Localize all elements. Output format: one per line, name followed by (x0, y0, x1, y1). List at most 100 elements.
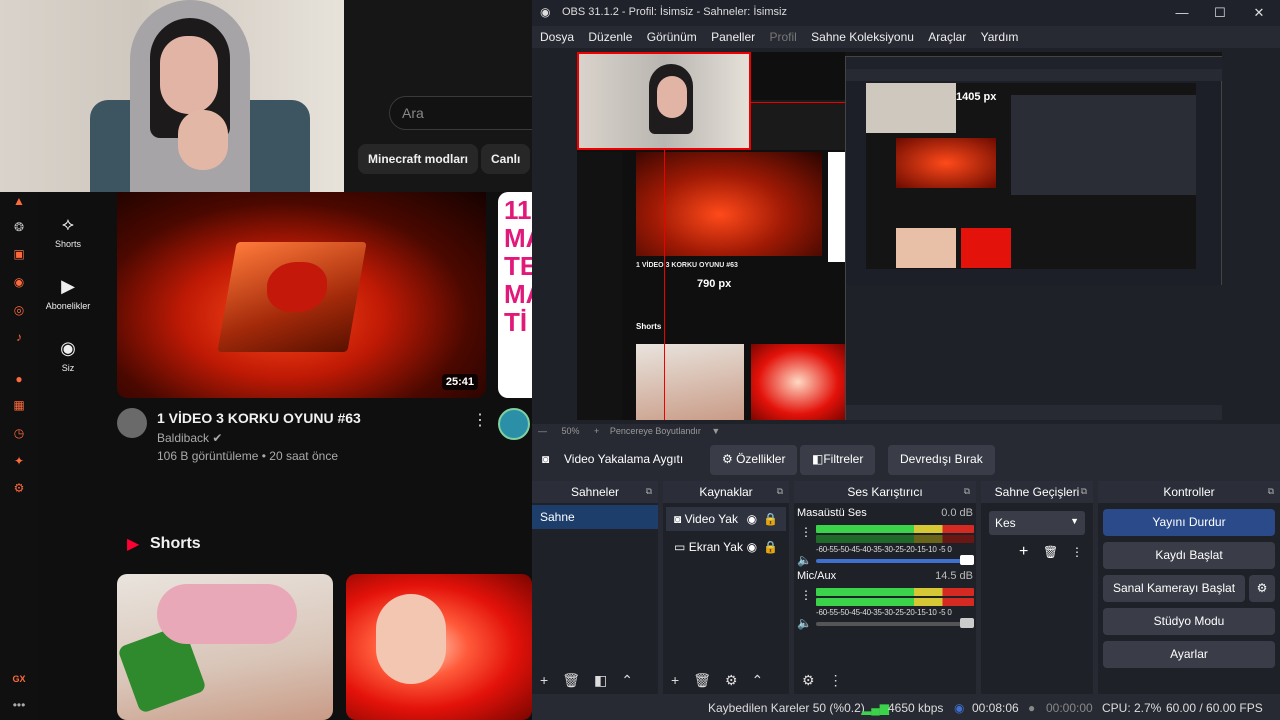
menu-view[interactable]: Görünüm (647, 30, 697, 44)
camera-icon: ◙ (542, 452, 550, 466)
nested-obs-preview: 1405 px (845, 56, 1222, 420)
add-transition-icon[interactable]: + (1019, 543, 1028, 561)
move-up-icon[interactable]: ⌃ (621, 672, 633, 689)
transitions-body: Kes ▼ + 🗑 ⋮ (981, 503, 1093, 673)
menu-file[interactable]: Dosya (540, 30, 574, 44)
controls-body: Yayını Durdur Kaydı Başlat Sanal Kameray… (1098, 503, 1280, 673)
nav-subscriptions[interactable]: ▶ Abonelikler (38, 276, 98, 311)
mic-menu-icon[interactable]: ⋮ (800, 588, 812, 602)
mixer-body: Masaüstü Ses 0.0 dB ⋮ -60-55-50-45-40-35… (794, 503, 976, 673)
minimize-button[interactable]: — (1162, 0, 1202, 26)
stop-streaming-button[interactable]: Yayını Durdur (1103, 509, 1275, 536)
menu-edit[interactable]: Düzenle (588, 30, 632, 44)
more-options-icon[interactable]: ⋮ (472, 410, 488, 430)
channel-avatar[interactable] (117, 408, 147, 438)
settings-button[interactable]: Ayarlar (1103, 641, 1275, 668)
lock-icon[interactable]: 🔒 (763, 512, 778, 526)
channel-name[interactable]: Baldiback ✔ (157, 431, 222, 445)
fit-to-window[interactable]: Pencereye Boyutlandır (610, 426, 701, 436)
verified-icon: ✔ (212, 431, 223, 445)
speaker-icon[interactable]: 🔈 (797, 616, 812, 630)
chip-live[interactable]: Canlı (481, 144, 531, 174)
zoom-dropdown-icon[interactable]: ▼ (711, 426, 720, 436)
add-source-icon[interactable]: + (671, 672, 679, 688)
music-icon[interactable]: ● (0, 372, 38, 386)
selected-webcam-source[interactable] (577, 52, 751, 150)
nav-shorts[interactable]: ⟡ Shorts (38, 214, 98, 249)
properties-button[interactable]: ⚙ Özellikler (710, 445, 798, 475)
mic-slider[interactable] (816, 622, 966, 626)
desktop-audio-slider[interactable] (816, 559, 966, 563)
zoom-out-button[interactable]: — (538, 426, 547, 436)
extensions-icon[interactable]: ▦ (0, 398, 38, 412)
obs-preview[interactable]: 1 VİDEO 3 KORKU OYUNU #63 790 px Shorts … (532, 48, 1280, 424)
deactivate-button[interactable]: Devredışı Bırak (888, 445, 995, 475)
maximize-button[interactable]: ☐ (1200, 0, 1240, 26)
lock-icon[interactable]: 🔒 (763, 540, 778, 554)
preview-canvas[interactable]: 1 VİDEO 3 KORKU OYUNU #63 790 px Shorts … (577, 52, 1222, 420)
mixer-more-icon[interactable]: ⋮ (829, 672, 843, 689)
mic-slider-handle[interactable] (960, 618, 974, 628)
sources-dock: Kaynaklar ⧉ ◙ Video Yak 🔒 ◉ ▭ Ekran Yak 🔒 ◉… (663, 481, 789, 709)
video-thumbnail[interactable]: 25:41 (117, 192, 486, 398)
zoom-level: 50% (561, 426, 580, 436)
visibility-icon[interactable]: ◉ (747, 540, 757, 554)
short-2[interactable] (346, 574, 532, 720)
close-button[interactable]: ✕ (1239, 0, 1279, 26)
remove-scene-icon[interactable]: 🗑 (562, 672, 580, 689)
remove-source-icon[interactable]: 🗑 (693, 672, 711, 689)
short-1[interactable] (117, 574, 333, 720)
selected-source-name: Video Yakalama Aygıtı (564, 452, 684, 466)
scenes-list: Sahne (532, 505, 658, 675)
video-title[interactable]: 1 VİDEO 3 KORKU OYUNU #63 (157, 410, 361, 426)
transition-select[interactable]: Kes ▼ (989, 511, 1085, 535)
source-up-icon[interactable]: ⌃ (752, 672, 764, 689)
whatsapp-icon[interactable]: ◉ (0, 275, 38, 289)
scene-filter-icon[interactable]: ◧ (594, 672, 607, 689)
more-icon[interactable]: ••• (0, 698, 38, 712)
start-recording-button[interactable]: Kaydı Başlat (1103, 542, 1275, 569)
start-virtual-camera-button[interactable]: Sanal Kamerayı Başlat (1103, 575, 1245, 602)
source-item-video[interactable]: ◙ Video Yak 🔒 ◉ (666, 507, 786, 531)
instagram-icon[interactable]: ◎ (0, 303, 38, 317)
scene-item[interactable]: Sahne (532, 505, 658, 529)
recording-icon: ● (1028, 701, 1036, 715)
width-measure-label: 1405 px (956, 91, 997, 103)
puzzle-icon[interactable]: ✦ (0, 454, 38, 468)
desktop-audio-slider-handle[interactable] (960, 555, 974, 565)
source-item-screen[interactable]: ▭ Ekran Yak 🔒 ◉ (666, 535, 786, 559)
menu-profile[interactable]: Profil (769, 30, 796, 44)
transition-more-icon[interactable]: ⋮ (1071, 545, 1083, 559)
opera-gx-icon[interactable]: ▲ (0, 194, 38, 208)
remove-transition-icon[interactable]: 🗑 (1043, 545, 1058, 559)
mixer-settings-icon[interactable]: ⚙ (802, 672, 815, 689)
twitch-icon[interactable]: ▣ (0, 247, 38, 261)
desktop-audio-menu-icon[interactable]: ⋮ (800, 525, 812, 539)
side-channel-avatar[interactable] (498, 408, 530, 440)
tiktok-icon[interactable]: ♪ (0, 330, 38, 344)
history-icon[interactable]: ◷ (0, 426, 38, 440)
speaker-icon[interactable]: 🔈 (797, 553, 812, 567)
add-scene-icon[interactable]: + (540, 672, 548, 688)
dropdown-arrow-icon: ▼ (1070, 516, 1079, 526)
gx-label: GX (12, 674, 26, 684)
settings-icon[interactable]: ⚙ (0, 481, 38, 495)
side-video-thumbnail[interactable]: 11.S MA TE MA Tİ (498, 192, 532, 398)
menu-docks[interactable]: Paneller (711, 30, 755, 44)
search-input[interactable]: Ara (389, 96, 532, 130)
virtual-camera-settings-icon[interactable]: ⚙ (1249, 575, 1275, 602)
source-properties-icon[interactable]: ⚙ (725, 672, 738, 689)
nav-you[interactable]: ◉ Siz (38, 338, 98, 373)
zoom-in-button[interactable]: + (594, 426, 599, 436)
nav-subscriptions-label: Abonelikler (45, 301, 91, 311)
chatgpt-icon[interactable]: ❂ (0, 220, 38, 234)
scenes-dock: Sahneler⧉ Sahne +🗑◧⌃⋮ (532, 481, 658, 709)
filters-button[interactable]: ◧Filtreler (800, 445, 876, 475)
studio-mode-button[interactable]: Stüdyo Modu (1103, 608, 1275, 635)
chip-minecraft[interactable]: Minecraft modları (358, 144, 479, 174)
menu-scene-collection[interactable]: Sahne Koleksiyonu (811, 30, 914, 44)
visibility-icon[interactable]: ◉ (747, 512, 757, 526)
camera-icon: ◙ (674, 512, 682, 526)
menu-help[interactable]: Yardım (981, 30, 1019, 44)
menu-tools[interactable]: Araçlar (928, 30, 966, 44)
